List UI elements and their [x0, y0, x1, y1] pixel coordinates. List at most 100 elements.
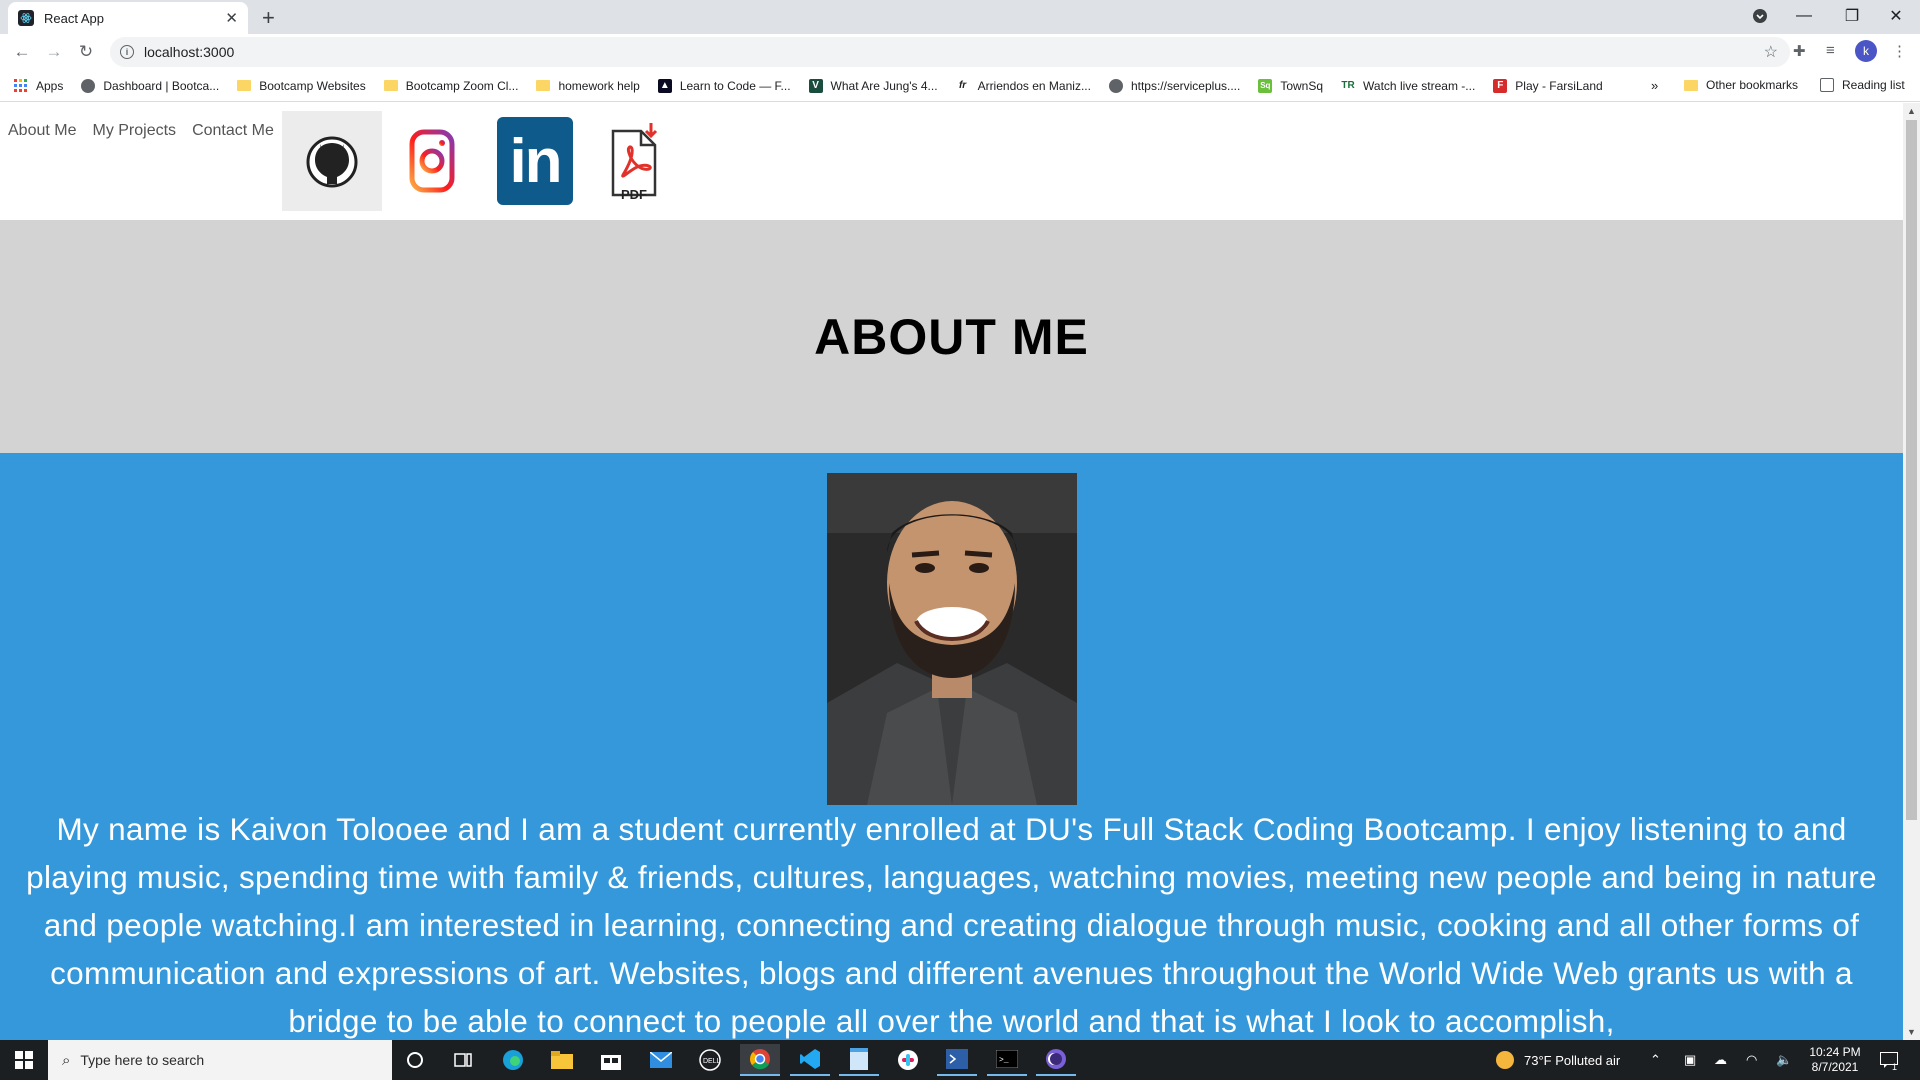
weather-widget[interactable]: 73°F Polluted air — [1496, 1040, 1620, 1080]
dell-icon[interactable]: DELL — [690, 1044, 730, 1076]
bookmark-label: Learn to Code — F... — [679, 78, 791, 93]
wifi-icon[interactable]: ◠ — [1746, 1040, 1757, 1080]
vscode-icon[interactable] — [790, 1044, 830, 1076]
bookmark-learn-to-code[interactable]: ▲ Learn to Code — F... — [657, 78, 791, 93]
onedrive-icon[interactable]: ☁ — [1714, 1040, 1727, 1080]
bookmarks-overflow-icon[interactable]: » — [1651, 78, 1658, 93]
bookmark-label: Watch live stream -... — [1363, 78, 1476, 93]
fr-site-icon: fr — [958, 80, 967, 91]
close-tab-icon[interactable]: ✕ — [225, 9, 238, 27]
weather-sun-icon — [1496, 1051, 1514, 1069]
bookmark-jung[interactable]: V What Are Jung's 4... — [808, 78, 938, 93]
folder-icon — [383, 79, 398, 93]
folder-icon — [1684, 78, 1698, 92]
nav-contact-me[interactable]: Contact Me — [192, 122, 274, 140]
address-bar[interactable]: i localhost:3000 ☆ — [110, 37, 1790, 67]
show-hidden-icons[interactable]: ⌃ — [1650, 1040, 1661, 1080]
taskbar-search-box[interactable]: ⌕ Type here to search — [48, 1040, 392, 1080]
bookmark-label: homework help — [558, 78, 640, 93]
cortana-icon[interactable] — [395, 1044, 435, 1076]
back-icon[interactable]: ← — [10, 40, 34, 64]
bookmark-apps[interactable]: Apps — [14, 78, 64, 93]
notepad-icon[interactable] — [839, 1044, 879, 1076]
extensions-icon[interactable]: ✚ — [1793, 42, 1806, 60]
react-favicon-icon — [18, 10, 34, 26]
restore-icon[interactable]: ❐ — [1830, 0, 1874, 32]
search-placeholder: Type here to search — [80, 1052, 205, 1068]
pdf-label: PDF — [621, 187, 647, 202]
svg-text:DELL: DELL — [703, 1058, 721, 1065]
scrollbar-thumb[interactable] — [1906, 120, 1917, 820]
bookmark-serviceplus[interactable]: https://serviceplus.... — [1108, 78, 1240, 93]
eclipse-icon[interactable] — [1036, 1044, 1076, 1076]
folder-icon — [237, 79, 252, 93]
windows-taskbar: ⌕ Type here to search DELL >_ 73°F Pollu… — [0, 1040, 1920, 1080]
bookmark-folder-bootcamp-websites[interactable]: Bootcamp Websites — [237, 79, 366, 93]
tab-search-icon[interactable] — [1738, 0, 1782, 32]
bookmark-label: Bootcamp Zoom Cl... — [405, 78, 519, 93]
bookmark-folder-bootcamp-zoom[interactable]: Bootcamp Zoom Cl... — [383, 78, 519, 93]
media-control-icon[interactable]: ≡ — [1826, 42, 1835, 59]
reading-list-icon — [1820, 78, 1834, 92]
notification-center-icon[interactable]: 1 — [1880, 1040, 1898, 1080]
volume-icon[interactable]: 🔈 — [1776, 1040, 1792, 1080]
forward-icon[interactable]: → — [42, 40, 66, 64]
bookmark-townsq[interactable]: Sq TownSq — [1258, 78, 1323, 93]
task-view-icon[interactable] — [443, 1044, 483, 1076]
townsq-icon: Sq — [1258, 78, 1273, 93]
profile-photo — [827, 473, 1077, 805]
page-scrollbar[interactable]: ▲ ▼ — [1903, 103, 1920, 1040]
terminal-icon[interactable] — [937, 1044, 977, 1076]
reload-icon[interactable]: ↻ — [74, 40, 98, 64]
file-explorer-icon[interactable] — [542, 1044, 582, 1076]
bookmark-farsiland[interactable]: F Play - FarsiLand — [1493, 78, 1603, 93]
edge-icon[interactable] — [493, 1044, 533, 1076]
bookmark-dashboard[interactable]: Dashboard | Bootca... — [81, 78, 220, 93]
bookmark-label: Arriendos en Maniz... — [977, 78, 1091, 93]
weather-text: 73°F Polluted air — [1524, 1052, 1621, 1068]
store-icon[interactable] — [591, 1044, 631, 1076]
scroll-up-icon[interactable]: ▲ — [1907, 106, 1916, 116]
pdf-download-icon[interactable]: PDF — [585, 111, 685, 211]
site-info-icon[interactable]: i — [120, 45, 134, 59]
mail-icon[interactable] — [641, 1044, 681, 1076]
browser-menu-icon[interactable]: ⋮ — [1892, 42, 1907, 60]
minimize-icon[interactable]: — — [1782, 0, 1826, 32]
apps-grid-icon — [14, 78, 28, 93]
tr-site-icon: TR — [1341, 80, 1355, 91]
chrome-icon[interactable] — [740, 1044, 780, 1076]
taskbar-clock[interactable]: 10:24 PM 8/7/2021 — [1808, 1040, 1862, 1080]
svg-text:>_: >_ — [999, 1056, 1009, 1065]
profile-avatar[interactable]: k — [1855, 40, 1877, 62]
new-tab-icon[interactable]: + — [262, 5, 275, 31]
folder-icon — [536, 79, 551, 93]
page-viewport: About Me My Projects Contact Me in PDF A… — [0, 103, 1903, 1040]
hero-banner: ABOUT ME — [0, 220, 1903, 453]
bookmark-label: Dashboard | Bootca... — [103, 78, 220, 93]
bookmark-arriendos[interactable]: fr Arriendos en Maniz... — [956, 79, 1091, 93]
instagram-icon[interactable] — [382, 111, 482, 211]
windows-start-icon[interactable] — [0, 1040, 48, 1080]
bookmark-folder-homework-help[interactable]: homework help — [536, 78, 640, 93]
bookmark-label: Play - FarsiLand — [1515, 78, 1603, 93]
nav-my-projects[interactable]: My Projects — [92, 122, 176, 140]
bookmark-label: What Are Jung's 4... — [830, 78, 938, 93]
bookmark-label: Apps — [36, 78, 64, 93]
scroll-down-icon[interactable]: ▼ — [1907, 1027, 1916, 1037]
slack-icon[interactable] — [888, 1044, 928, 1076]
bookmark-star-icon[interactable]: ☆ — [1764, 42, 1778, 62]
tray-device-icon[interactable]: ▣ — [1684, 1040, 1696, 1080]
tab-title: React App — [44, 10, 104, 26]
command-prompt-icon[interactable]: >_ — [987, 1044, 1027, 1076]
about-section: My name is Kaivon Tolooee and I am a stu… — [0, 453, 1903, 1040]
farsiland-icon: F — [1493, 78, 1508, 93]
clock-date: 8/7/2021 — [1811, 1060, 1859, 1074]
nav-about-me[interactable]: About Me — [8, 122, 76, 140]
linkedin-icon[interactable]: in — [485, 111, 585, 211]
browser-tab[interactable]: React App ✕ — [8, 2, 248, 34]
close-window-icon[interactable]: ✕ — [1874, 0, 1918, 32]
reading-list[interactable]: Reading list — [1820, 78, 1905, 92]
bookmark-live-stream[interactable]: TR Watch live stream -... — [1341, 79, 1475, 93]
other-bookmarks[interactable]: Other bookmarks — [1684, 78, 1798, 92]
github-icon[interactable] — [282, 111, 382, 211]
